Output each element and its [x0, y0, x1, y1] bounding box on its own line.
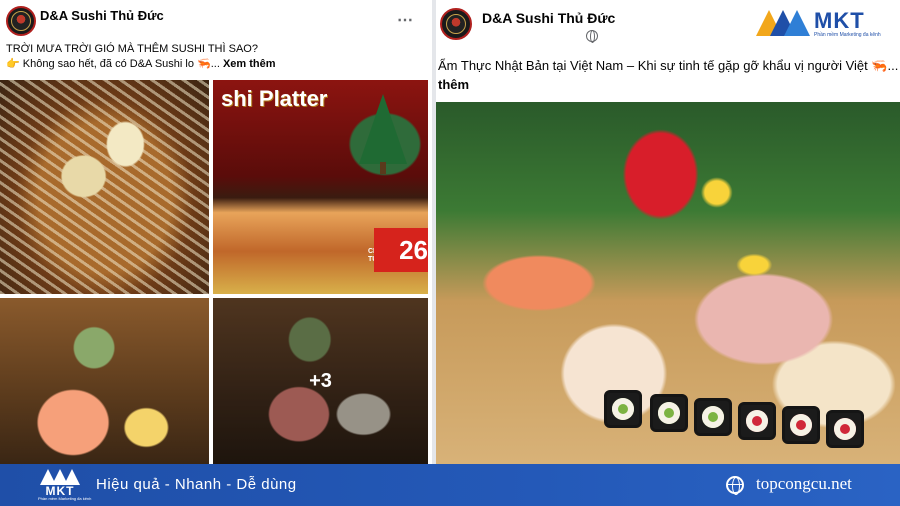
globe-web-icon [726, 476, 744, 495]
post-caption: TRỜI MƯA TRỜI GIÓ MÀ THÊM SUSHI THÌ SAO?… [6, 42, 424, 72]
see-more-link[interactable]: thêm [438, 77, 469, 92]
post-header: D&A Sushi Thủ Đức ⋯ [0, 0, 428, 40]
see-more-link[interactable]: Xem thêm [223, 58, 276, 70]
page-avatar[interactable] [440, 8, 472, 40]
post-caption: Ẩm Thực Nhật Bản tại Việt Nam – Khi sự t… [438, 56, 900, 94]
more-photos-count: +3 [309, 369, 332, 392]
sushi-roll [782, 406, 820, 444]
sushi-roll [694, 398, 732, 436]
banner-logo-tagline: Phần mềm Marketing đa kênh [38, 496, 92, 501]
globe-icon [586, 30, 598, 43]
page-name-link[interactable]: D&A Sushi Thủ Đức [40, 8, 164, 23]
mkt-logo-icon [756, 10, 810, 36]
christmas-tree-icon [359, 94, 407, 174]
price-tag: 26 [374, 228, 428, 272]
photo-grid: shi Platter CHỈ TỪ 26 +3 [0, 80, 428, 464]
left-facebook-post: D&A Sushi Thủ Đức ⋯ TRỜI MƯA TRỜI GIÓ MÀ… [0, 0, 428, 464]
caption-text: Ẩm Thực Nhật Bản tại Việt Nam – Khi sự t… [438, 58, 899, 73]
right-facebook-post: D&A Sushi Thủ Đức MKT Phần mềm Marketing… [432, 0, 900, 464]
website-link[interactable]: topcongcu.net [756, 474, 852, 494]
sushi-roll [604, 390, 642, 428]
photo-sushi-sashimi-board[interactable] [436, 102, 900, 464]
platter-title: shi Platter [221, 86, 328, 111]
caption-line-2: 👉 Không sao hết, đã có D&A Sushi lo 🦐...… [6, 57, 424, 72]
page-name-link[interactable]: D&A Sushi Thủ Đức [482, 10, 615, 26]
sushi-roll [650, 394, 688, 432]
mkt-logo-word: MKT [814, 8, 865, 33]
banner-mkt-logo: MKT Phần mềm Marketing đa kênh [38, 469, 92, 501]
more-photos-overlay[interactable]: +3 [213, 298, 428, 464]
caption-line-2-text: 👉 Không sao hết, đã có D&A Sushi lo 🦐... [6, 58, 220, 70]
page-avatar[interactable] [6, 6, 36, 36]
avatar-icon [11, 11, 31, 31]
caption-line-1: TRỜI MƯA TRỜI GIÓ MÀ THÊM SUSHI THÌ SAO? [6, 43, 258, 55]
photo-sushi-platter[interactable]: shi Platter CHỈ TỪ 26 [213, 80, 428, 294]
sushi-roll [738, 402, 776, 440]
avatar-icon [446, 14, 466, 34]
mkt-logo-tagline: Phần mềm Marketing đa kênh [814, 32, 881, 38]
more-options-icon[interactable]: ⋯ [397, 10, 414, 30]
mkt-watermark-logo: MKT Phần mềm Marketing đa kênh [756, 8, 888, 40]
sushi-roll [826, 410, 864, 448]
banner-slogan: Hiệu quả - Nhanh - Dễ dùng [96, 476, 297, 493]
bottom-banner: MKT Phần mềm Marketing đa kênh Hiệu quả … [0, 464, 900, 506]
photo-sashimi-more[interactable]: +3 [213, 298, 428, 464]
photo-sashimi-boat[interactable] [0, 298, 209, 464]
mkt-logo-icon [40, 469, 80, 485]
photo-okonomiyaki[interactable] [0, 80, 209, 294]
